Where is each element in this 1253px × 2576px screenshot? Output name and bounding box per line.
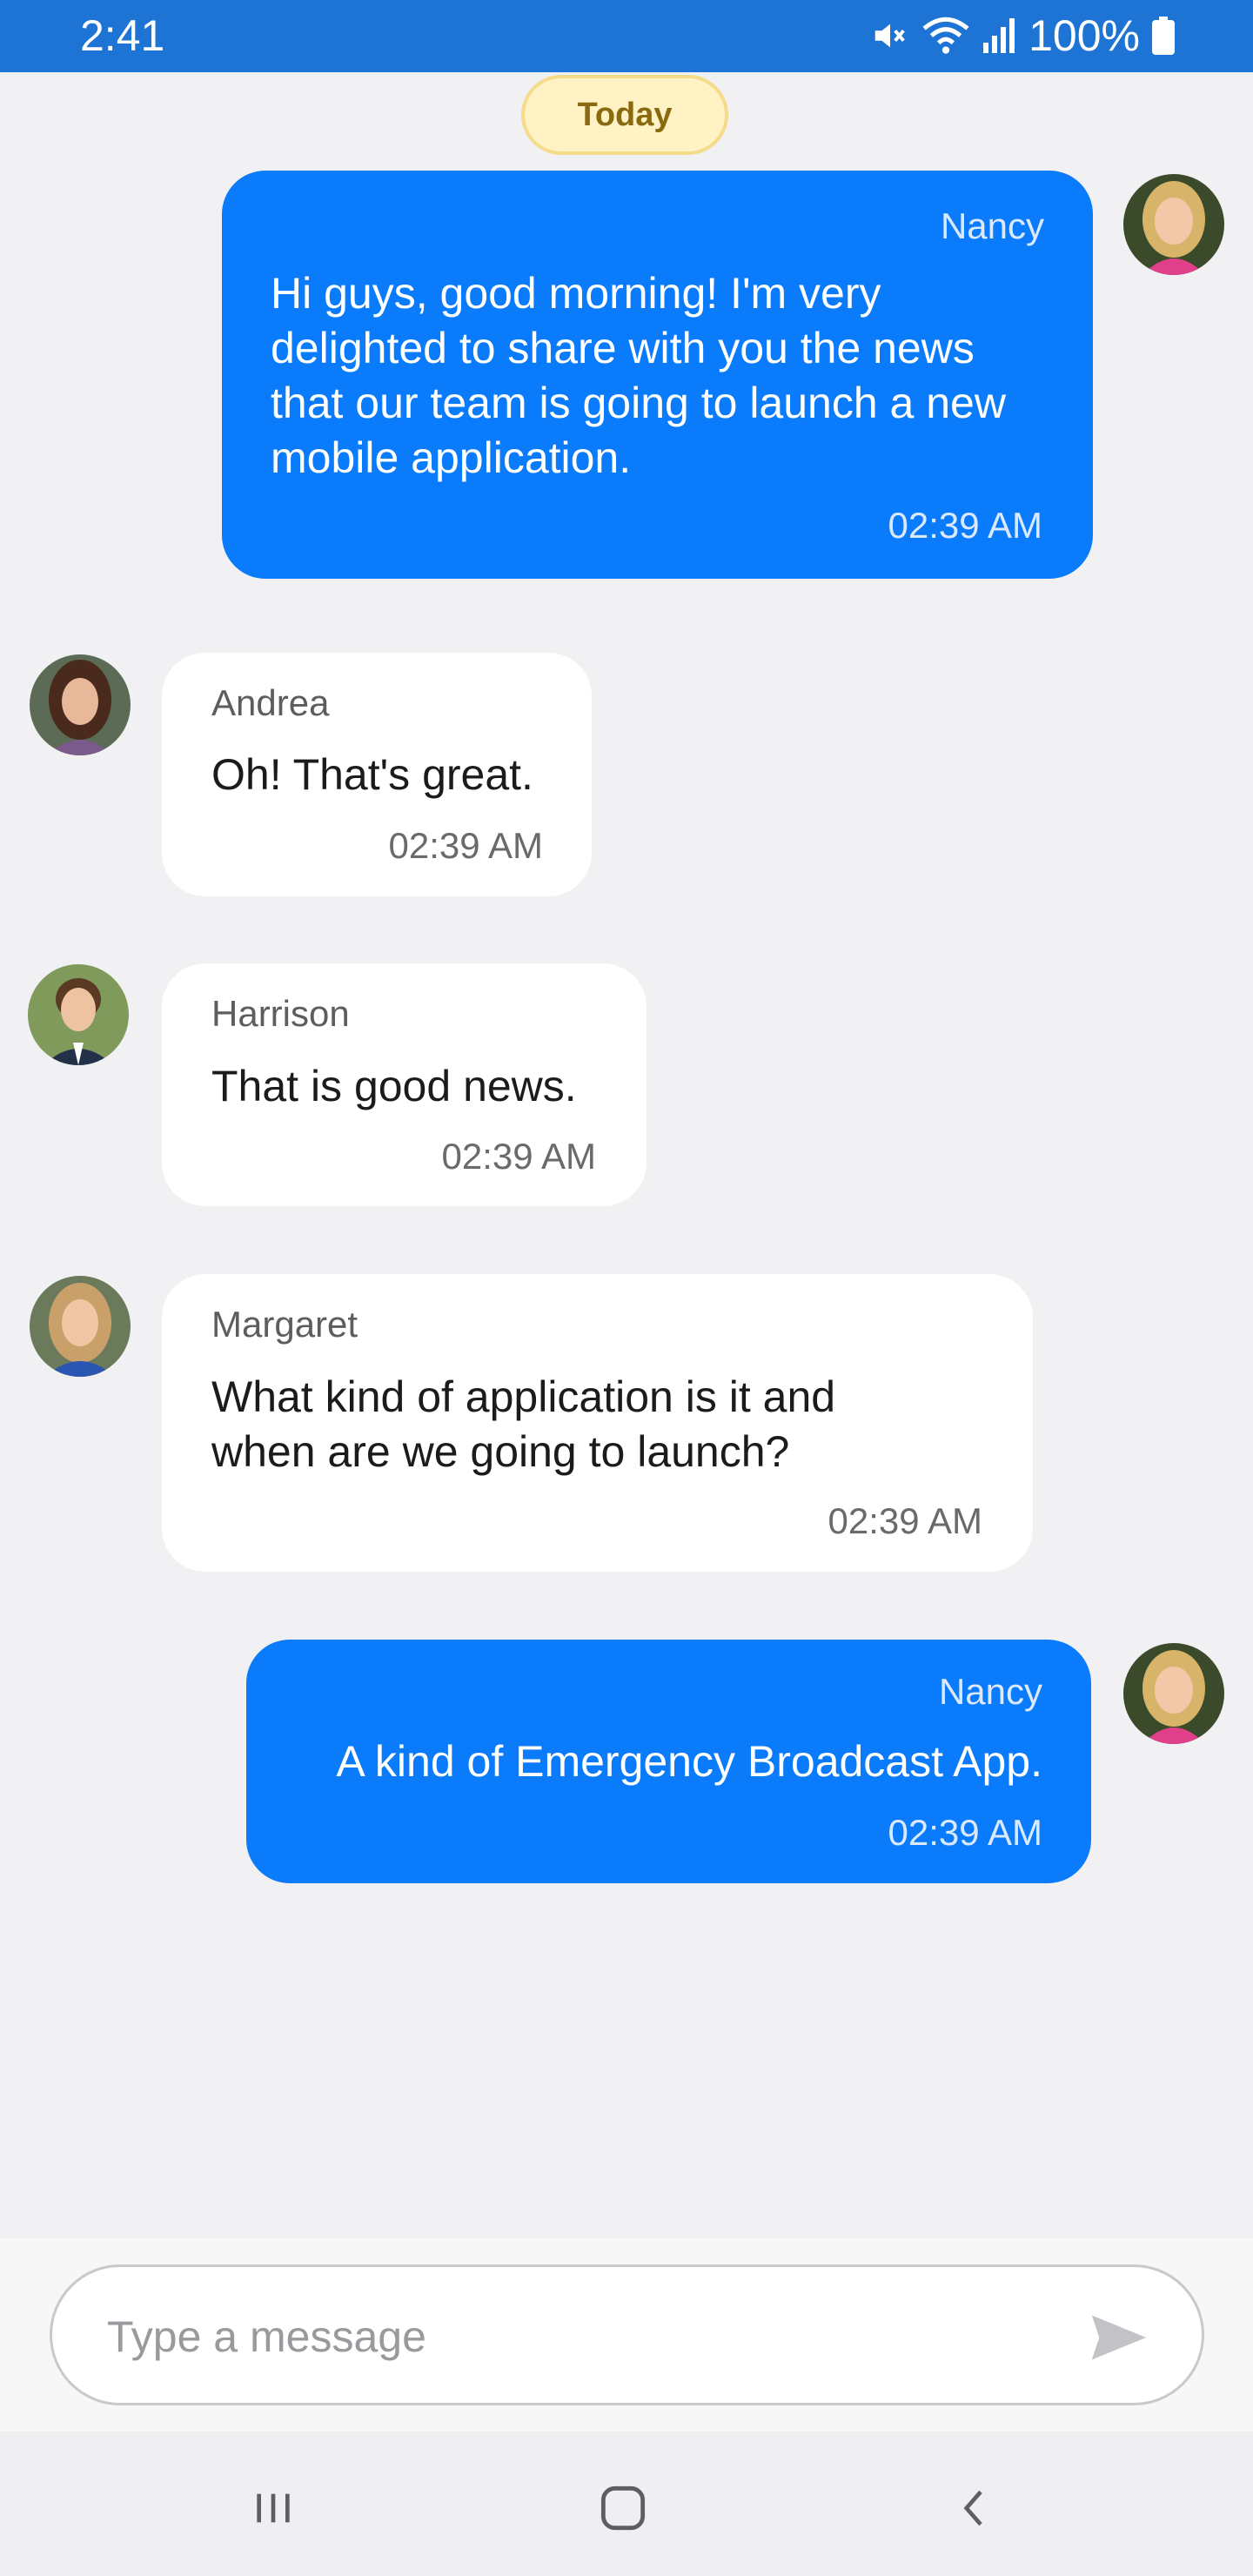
- avatar-margaret[interactable]: [30, 1276, 131, 1377]
- status-icons: 100%: [870, 9, 1175, 63]
- system-nav-bar: [0, 2432, 1253, 2576]
- message-time: 02:39 AM: [388, 825, 543, 866]
- message-bubble-3[interactable]: Harrison That is good news. 02:39 AM: [162, 963, 647, 1206]
- message-time: 02:39 AM: [888, 505, 1042, 546]
- mute-icon: [870, 16, 910, 56]
- back-icon: [963, 2490, 982, 2526]
- message-time: 02:39 AM: [888, 1812, 1042, 1853]
- message-sender: Andrea: [211, 682, 330, 723]
- message-bubble-4[interactable]: Margaret What kind of application is it …: [162, 1274, 1033, 1572]
- status-time: 2:41: [80, 11, 165, 60]
- recent-apps-icon: [257, 2493, 290, 2523]
- message-bubble-1[interactable]: Nancy Hi guys, good morning! I'm very de…: [222, 171, 1093, 579]
- message-composer: [50, 2264, 1204, 2405]
- message-text: A kind of Emergency Broadcast App.: [336, 1737, 1042, 1786]
- status-bar: 2:41 100%: [0, 0, 1253, 72]
- message-text: What kind of application is it and when …: [211, 1372, 836, 1476]
- date-separator-chip: Today: [521, 75, 728, 155]
- signal-icon: [982, 17, 1016, 55]
- avatar-andrea[interactable]: [30, 654, 131, 755]
- home-icon: [600, 2485, 646, 2531]
- message-sender: Harrison: [211, 993, 350, 1034]
- message-bubble-2[interactable]: Andrea Oh! That's great. 02:39 AM: [162, 653, 592, 896]
- battery-percentage: 100%: [1029, 11, 1140, 60]
- wifi-icon: [922, 16, 969, 56]
- back-button[interactable]: [940, 2473, 1009, 2543]
- message-time: 02:39 AM: [828, 1500, 982, 1541]
- message-text: That is good news.: [211, 1062, 577, 1110]
- message-sender: Nancy: [940, 205, 1044, 246]
- send-icon: [1091, 2315, 1147, 2360]
- home-button[interactable]: [588, 2473, 658, 2543]
- message-input[interactable]: [107, 2302, 1029, 2371]
- message-time: 02:39 AM: [441, 1136, 596, 1177]
- avatar-harrison[interactable]: [28, 964, 129, 1065]
- avatar-nancy[interactable]: [1123, 174, 1224, 275]
- message-text: Oh! That's great.: [211, 750, 533, 799]
- send-button[interactable]: [1089, 2307, 1149, 2368]
- battery-icon: [1152, 17, 1175, 55]
- message-text: Hi guys, good morning! I'm very delighte…: [271, 269, 1006, 482]
- recent-apps-button[interactable]: [238, 2473, 308, 2543]
- message-sender: Nancy: [938, 1671, 1042, 1712]
- message-bubble-5[interactable]: Nancy A kind of Emergency Broadcast App.…: [246, 1640, 1091, 1883]
- message-sender: Margaret: [211, 1304, 358, 1345]
- avatar-nancy[interactable]: [1123, 1643, 1224, 1744]
